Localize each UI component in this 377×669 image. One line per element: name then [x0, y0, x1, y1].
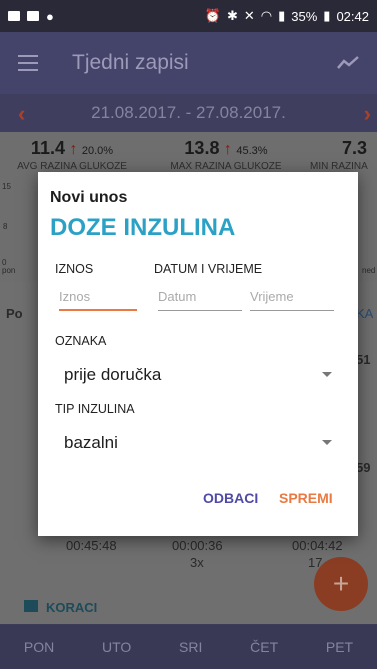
app-bar: Tjedni zapisi [0, 32, 377, 94]
tab-uto[interactable]: UTO [102, 639, 131, 655]
date-range: 21.08.2017. - 27.08.2017. [91, 103, 286, 122]
mute-icon: ✕ [243, 8, 255, 23]
day-nav: PON UTO SRI ČET PET [0, 625, 377, 669]
stat-change: 20.0% [81, 145, 114, 157]
stat-max: 13.8 ↑ 45.3% MAX RAZINA GLUKOZE [160, 138, 292, 172]
stat-label: MAX RAZINA GLUKOZE [170, 161, 282, 172]
battery-icon: ▮ [323, 8, 331, 23]
row-title: Po [6, 306, 23, 321]
tag-select-value: prije doručka [64, 365, 162, 384]
dropdown-arrow-icon [322, 440, 332, 445]
clock: 02:42 [336, 8, 369, 24]
duration: 00:04:42 [292, 538, 343, 553]
alarm-icon: ⏰ [204, 8, 221, 23]
stat-value: 13.8 [184, 138, 220, 158]
stat-min: 7.3 MIN RAZINA [310, 138, 377, 172]
row-value: 51 [356, 352, 371, 367]
chart-y-mid: 8 [3, 222, 8, 231]
image-icon [8, 11, 20, 21]
save-button[interactable]: SPREMI [279, 490, 333, 506]
chart-x-last: ned [362, 266, 376, 275]
dialog-subtitle: Novi unos [50, 189, 128, 206]
insulin-type-value: bazalni [64, 433, 118, 452]
insulin-type-label: TIP INZULINA [55, 402, 135, 416]
amount-input[interactable]: Iznos [59, 289, 137, 311]
row-right-label: KA [356, 306, 374, 321]
date-range-bar: ‹ 21.08.2017. - 27.08.2017. › [0, 94, 377, 132]
dropdown-arrow-icon [322, 372, 332, 377]
folder-icon [27, 11, 39, 21]
status-bar: ● ⏰ ✱ ✕ ◠ ▮ 35% ▮ 02:42 [0, 0, 377, 32]
chevron-left-icon[interactable]: ‹ [18, 101, 25, 127]
date-input[interactable]: Datum [158, 289, 242, 311]
chevron-right-icon[interactable]: › [364, 101, 371, 127]
chart-x-first: pon [2, 266, 16, 275]
stat-value: 11.4 [30, 138, 65, 158]
duration: 00:45:48 [66, 538, 117, 553]
stat-value: 7.3 [342, 138, 368, 158]
wifi-icon: ◠ [260, 8, 273, 23]
insulin-type-select[interactable]: bazalni [64, 433, 332, 453]
chat-icon: ● [46, 8, 54, 24]
stat-avg: 11.4 ↑ 20.0% AVG RAZINA GLUKOZE [6, 138, 138, 172]
add-button[interactable]: + [314, 557, 368, 611]
cancel-button[interactable]: ODBACI [203, 490, 258, 506]
section-label: KORACI [46, 600, 98, 615]
dialog-title: DOZE INZULINA [50, 214, 236, 241]
row-value: 59 [356, 460, 371, 475]
time-input[interactable]: Vrijeme [250, 289, 334, 311]
tab-cet[interactable]: ČET [250, 639, 278, 655]
stat-label: MIN RAZINA [310, 161, 368, 172]
arrow-up-icon: ↑ [223, 141, 232, 158]
count: 3x [190, 555, 204, 570]
stat-change: 45.3% [236, 145, 268, 157]
battery-percent: 35% [291, 8, 318, 24]
trend-icon[interactable] [337, 55, 359, 71]
datetime-label: DATUM I VRIJEME [154, 262, 263, 276]
tab-pet[interactable]: PET [326, 639, 353, 655]
tag-label: OZNAKA [55, 334, 107, 348]
tab-pon[interactable]: PON [24, 639, 54, 655]
duration: 00:00:36 [172, 538, 223, 553]
stat-label: AVG RAZINA GLUKOZE [17, 161, 127, 172]
amount-label: IZNOS [55, 262, 94, 276]
bluetooth-icon: ✱ [226, 8, 238, 23]
signal-icon: ▮ [278, 8, 286, 23]
new-entry-dialog: Novi unos DOZE INZULINA IZNOS DATUM I VR… [38, 172, 358, 536]
arrow-up-icon: ↑ [69, 141, 78, 158]
chart-y-top: 15 [2, 182, 11, 191]
tab-sri[interactable]: SRI [179, 639, 202, 655]
tag-select[interactable]: prije doručka [64, 365, 332, 385]
tag-icon [24, 600, 38, 612]
app-title: Tjedni zapisi [72, 51, 189, 74]
menu-icon[interactable] [18, 55, 38, 71]
